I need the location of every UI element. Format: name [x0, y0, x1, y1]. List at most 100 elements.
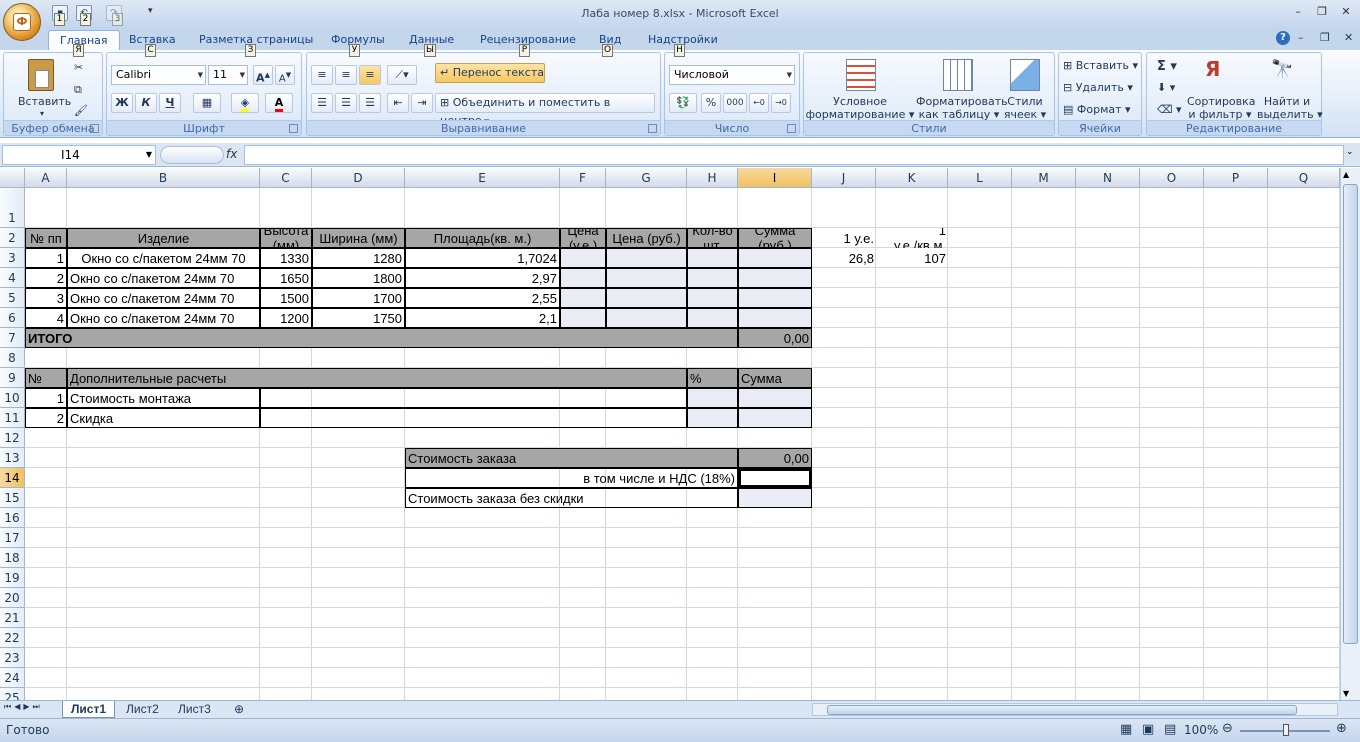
- cell-c5[interactable]: 1500: [260, 288, 312, 308]
- column-header-i[interactable]: I: [738, 168, 812, 188]
- decrease-indent-icon[interactable]: ⇤: [387, 93, 409, 113]
- increase-indent-icon[interactable]: ⇥: [411, 93, 433, 113]
- cell-f6[interactable]: [560, 308, 606, 328]
- order-cost-value[interactable]: 0,00: [738, 448, 812, 468]
- column-header-k[interactable]: K: [876, 168, 948, 188]
- name-box[interactable]: I14 ▼: [2, 145, 156, 165]
- sort-filter-button[interactable]: Сортировка и фильтр ▾: [1187, 95, 1256, 121]
- cell-c11-g11[interactable]: [260, 408, 687, 428]
- zoom-in-icon[interactable]: ⊕: [1336, 721, 1347, 736]
- cell-i11[interactable]: [738, 408, 812, 428]
- zoom-level[interactable]: 100%: [1184, 723, 1218, 737]
- cell-g6[interactable]: [606, 308, 687, 328]
- font-color-button[interactable]: A: [265, 93, 293, 113]
- insert-function-button[interactable]: fx: [226, 147, 237, 161]
- cell-styles-button[interactable]: Стили ячеек ▾: [1002, 95, 1048, 121]
- currency-format-icon[interactable]: 💱: [669, 93, 697, 113]
- normal-view-icon[interactable]: ▦: [1120, 722, 1132, 737]
- header-price-ue[interactable]: Цена (у.е.): [560, 228, 606, 248]
- extra-header-no[interactable]: №: [25, 368, 67, 388]
- zoom-slider-thumb[interactable]: [1283, 724, 1289, 736]
- worksheet-grid[interactable]: A B C D E F G H I J K L M N O P Q 1 2 3 4 5 6 7 8 9 10 11 12 13 14 15 16…: [0, 168, 1340, 700]
- scroll-up-icon[interactable]: ▲: [1343, 170, 1349, 179]
- italic-button[interactable]: К: [135, 93, 157, 113]
- restore-button[interactable]: ❐: [1315, 6, 1329, 18]
- align-center-icon[interactable]: ☰: [335, 93, 357, 113]
- formula-input[interactable]: [244, 145, 1344, 165]
- cell-b6[interactable]: Окно со с/пакетом 24мм 70: [67, 308, 260, 328]
- vertical-scrollbar[interactable]: ▲ ▼: [1340, 168, 1360, 700]
- cell-f4[interactable]: [560, 268, 606, 288]
- borders-button[interactable]: ▦: [193, 93, 221, 113]
- cell-i6[interactable]: [738, 308, 812, 328]
- row-header-14[interactable]: 14: [0, 468, 25, 488]
- column-header-m[interactable]: M: [1012, 168, 1076, 188]
- fill-icon[interactable]: ⬇ ▾: [1157, 81, 1175, 94]
- column-header-l[interactable]: L: [948, 168, 1012, 188]
- cell-b11[interactable]: Скидка: [67, 408, 260, 428]
- cell-i15[interactable]: [738, 488, 812, 508]
- decrease-decimal-icon[interactable]: →0: [771, 93, 791, 113]
- cell-e4[interactable]: 2,97: [405, 268, 560, 288]
- total-label[interactable]: ИТОГО: [25, 328, 738, 348]
- order-cost-no-discount-label[interactable]: Стоимость заказа без скидки: [405, 488, 738, 508]
- cell-g5[interactable]: [606, 288, 687, 308]
- cell-c3[interactable]: 1330: [260, 248, 312, 268]
- tab-page-layout[interactable]: Разметка страницы: [199, 33, 313, 46]
- insert-cells-button[interactable]: ⊞ Вставить ▾: [1063, 59, 1138, 72]
- help-icon[interactable]: ?: [1276, 31, 1290, 45]
- column-header-q[interactable]: Q: [1268, 168, 1340, 188]
- cell-d5[interactable]: 1700: [312, 288, 405, 308]
- cell-j3[interactable]: 26,8: [812, 248, 876, 268]
- cell-b5[interactable]: Окно со с/пакетом 24мм 70: [67, 288, 260, 308]
- expand-formula-bar-icon[interactable]: ⌄: [1346, 147, 1354, 157]
- cell-d3[interactable]: 1280: [312, 248, 405, 268]
- row-header-19[interactable]: 19: [0, 568, 25, 588]
- row-header-24[interactable]: 24: [0, 668, 25, 688]
- column-header-d[interactable]: D: [312, 168, 405, 188]
- cell-a3[interactable]: 1: [25, 248, 67, 268]
- cell-c6[interactable]: 1200: [260, 308, 312, 328]
- cell-e3[interactable]: 1,7024: [405, 248, 560, 268]
- cell-h10[interactable]: [687, 388, 738, 408]
- cell-f5[interactable]: [560, 288, 606, 308]
- cell-f3[interactable]: [560, 248, 606, 268]
- align-bottom-icon[interactable]: ≡: [359, 65, 381, 85]
- align-middle-icon[interactable]: ≡: [335, 65, 357, 85]
- cell-b10[interactable]: Стоимость монтажа: [67, 388, 260, 408]
- row-header-8[interactable]: 8: [0, 348, 25, 368]
- find-select-button[interactable]: Найти и выделить ▾: [1257, 95, 1323, 121]
- cell-d4[interactable]: 1800: [312, 268, 405, 288]
- row-header-4[interactable]: 4: [0, 268, 25, 288]
- cell-c4[interactable]: 1650: [260, 268, 312, 288]
- format-cells-button[interactable]: ▤ Формат ▾: [1063, 103, 1131, 116]
- header-width[interactable]: Ширина (мм): [312, 228, 405, 248]
- column-header-e[interactable]: E: [405, 168, 560, 188]
- cell-b4[interactable]: Окно со с/пакетом 24мм 70: [67, 268, 260, 288]
- zoom-out-icon[interactable]: ⊖: [1222, 721, 1233, 736]
- percent-style-button[interactable]: %: [701, 93, 721, 113]
- doc-minimize-button[interactable]: –: [1298, 31, 1304, 44]
- number-dialog-launcher-icon[interactable]: [787, 124, 796, 133]
- label-rate[interactable]: 1 у.е.: [812, 228, 876, 248]
- scroll-down-icon[interactable]: ▼: [1343, 689, 1349, 698]
- orientation-icon[interactable]: ⟋▾: [387, 65, 417, 85]
- copy-icon[interactable]: ⧉: [74, 83, 82, 97]
- page-layout-view-icon[interactable]: ▣: [1142, 722, 1154, 737]
- cell-g3[interactable]: [606, 248, 687, 268]
- cell-i4[interactable]: [738, 268, 812, 288]
- cell-g4[interactable]: [606, 268, 687, 288]
- paste-icon[interactable]: [28, 59, 54, 91]
- doc-restore-button[interactable]: ❐: [1320, 31, 1330, 44]
- cell-a11[interactable]: 2: [25, 408, 67, 428]
- font-dialog-launcher-icon[interactable]: [289, 124, 298, 133]
- page-break-view-icon[interactable]: ▤: [1164, 722, 1176, 737]
- cell-i14-selected[interactable]: [738, 468, 812, 488]
- row-header-18[interactable]: 18: [0, 548, 25, 568]
- header-product[interactable]: Изделие: [67, 228, 260, 248]
- close-button[interactable]: ✕: [1339, 6, 1353, 18]
- conditional-formatting-button[interactable]: Условное форматирование ▾: [804, 95, 916, 121]
- column-header-b[interactable]: B: [67, 168, 260, 188]
- cell-a10[interactable]: 1: [25, 388, 67, 408]
- row-header-21[interactable]: 21: [0, 608, 25, 628]
